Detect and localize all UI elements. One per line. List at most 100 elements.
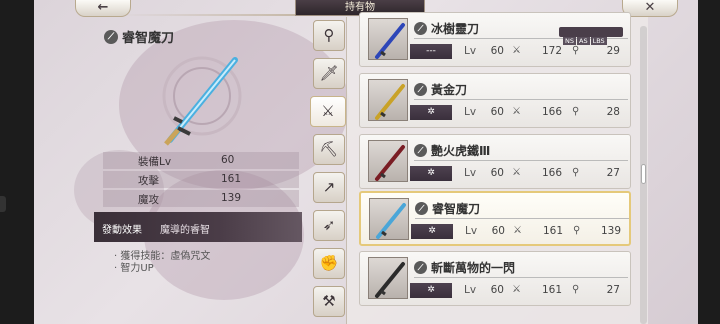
attack-icon: ⚔ (512, 106, 521, 117)
weapon-thumbnail (368, 18, 408, 60)
weapon-thumbnail (368, 257, 408, 299)
attack-value: 172 (541, 45, 562, 57)
level-label: Lv (464, 284, 477, 296)
axe-icon: ⛏ (319, 140, 339, 158)
weapon-title: ⟋ 黃金刀 (414, 81, 467, 98)
weapon-card[interactable]: ⟋ 斬斷萬物的一閃 ✲ Lv 60 ⚔ 161 ⚲ 27 (359, 251, 631, 306)
weapon-title: ⟋ 睿智魔刀 (415, 200, 480, 217)
hammer-icon: ⚒ (322, 292, 336, 310)
attack-value: 161 (541, 284, 562, 296)
weapon-thumbnail (369, 198, 409, 240)
weapon-card[interactable]: ⟋ 黃金刀 ✲ Lv 60 ⚔ 166 ⚲ 28 (359, 73, 631, 128)
skill-indicator: ✲ (411, 224, 453, 239)
attack-value: 166 (541, 167, 562, 179)
level-label: Lv (464, 167, 477, 179)
stat-row-magic-attack: 魔攻 139 (103, 190, 299, 207)
level-value: 60 (491, 225, 505, 237)
magic-attack-value: 28 (606, 106, 620, 118)
stat-label: 魔攻 (138, 194, 159, 206)
attack-value: 166 (541, 106, 562, 118)
stat-value: 139 (221, 192, 242, 204)
detail-item-name: 睿智魔刀 (122, 31, 175, 46)
weapon-name: 艷火虎鐵Ⅲ (431, 144, 491, 158)
divider (414, 99, 628, 100)
badge-tag: AS (577, 37, 590, 45)
tab-bow[interactable]: ➶ (313, 210, 345, 241)
skill-indicator: --- (410, 44, 452, 59)
katana-type-icon: ⟋ (104, 29, 118, 44)
level-label: Lv (464, 106, 477, 118)
skill-indicator: ✲ (410, 166, 452, 181)
level-value: 60 (490, 106, 504, 118)
magic-attack-icon: ⚲ (573, 225, 581, 236)
katana-icon: ⚔ (321, 102, 335, 120)
level-value: 60 (490, 284, 504, 296)
weapon-name: 睿智魔刀 (432, 202, 481, 216)
weapon-name: 斬斷萬物的一閃 (431, 261, 516, 275)
letterbox-left (0, 0, 34, 324)
weapon-title: ⟋ 斬斷萬物的一閃 (414, 259, 515, 276)
katana-type-icon: ⟋ (414, 22, 427, 35)
bow-icon: ➶ (322, 216, 336, 234)
weapon-card[interactable]: ⟋ 睿智魔刀 ✲ Lv 60 ⚔ 161 ⚲ 139 (359, 191, 631, 246)
limit-break-badge (559, 27, 623, 37)
stat-value: 60 (221, 154, 235, 166)
stat-label: 裝備Lv (138, 156, 172, 168)
weapon-name: 黃金刀 (431, 83, 468, 97)
stat-label: 攻擊 (138, 175, 159, 187)
skill-indicator: ✲ (410, 105, 452, 120)
tab-axe[interactable]: ⛏ (313, 134, 345, 165)
letterbox-right (698, 0, 720, 324)
divider (414, 160, 628, 161)
weapon-image (375, 23, 405, 59)
staff-icon: ⚲ (323, 26, 335, 44)
fist-icon: ✊ (319, 254, 339, 272)
effect-bar: 發動效果 魔導的睿智 (94, 212, 302, 242)
magic-attack-icon: ⚲ (572, 284, 580, 295)
weapon-image (376, 203, 406, 239)
effect-name: 魔導的睿智 (160, 225, 210, 236)
tab-fist[interactable]: ✊ (313, 248, 345, 279)
katana-type-icon: ⟋ (414, 144, 427, 157)
weapon-title: ⟋ 艷火虎鐵Ⅲ (414, 142, 490, 159)
badge-tag: LBS (590, 37, 607, 45)
magic-attack-value: 29 (606, 45, 620, 57)
attack-icon: ⚔ (512, 284, 521, 295)
weapon-image (375, 262, 405, 298)
stat-row-level: 裝備Lv 60 (103, 152, 299, 169)
attack-icon: ⚔ (513, 225, 522, 236)
magic-attack-value: 139 (600, 225, 621, 237)
stat-row-attack: 攻擊 161 (103, 171, 299, 188)
magic-attack-icon: ⚲ (572, 45, 580, 56)
attack-icon: ⚔ (512, 45, 521, 56)
weapon-image (375, 84, 405, 120)
tab-hammer[interactable]: ⚒ (313, 286, 345, 317)
back-arrow-icon: ← (97, 0, 109, 15)
magic-attack-icon: ⚲ (572, 106, 580, 117)
magic-attack-value: 27 (606, 167, 620, 179)
attack-value: 161 (542, 225, 563, 237)
tab-katana[interactable]: ⚔ (310, 96, 346, 127)
magic-attack-value: 27 (606, 284, 620, 296)
game-screen: ← 持有物 ✕ ⟋ 睿智魔刀 裝備Lv 60 攻擊 161 魔攻 139 發動效… (0, 0, 720, 324)
weapon-thumbnail (368, 140, 408, 182)
level-label: Lv (465, 225, 478, 237)
divider (414, 277, 628, 278)
effect-detail-line: · 智力UP (114, 263, 154, 274)
weapon-title: ⟋ 冰樹靈刀 (414, 20, 479, 37)
magic-attack-icon: ⚲ (572, 167, 580, 178)
tab-sword[interactable]: 🗡 (313, 58, 345, 89)
stat-value: 161 (221, 173, 242, 185)
level-value: 60 (490, 45, 504, 57)
tab-spear[interactable]: ↗ (313, 172, 345, 203)
tab-staff[interactable]: ⚲ (313, 20, 345, 51)
level-value: 60 (490, 167, 504, 179)
badge-tag: NS (563, 37, 576, 45)
sword-icon: 🗡 (319, 64, 339, 82)
katana-type-icon: ⟋ (414, 261, 427, 274)
back-button[interactable]: ← (75, 0, 131, 17)
device-notch (0, 196, 6, 212)
scrollbar-thumb[interactable] (641, 164, 646, 184)
weapon-card[interactable]: ⟋ 艷火虎鐵Ⅲ ✲ Lv 60 ⚔ 166 ⚲ 27 (359, 134, 631, 189)
attack-icon: ⚔ (512, 167, 521, 178)
